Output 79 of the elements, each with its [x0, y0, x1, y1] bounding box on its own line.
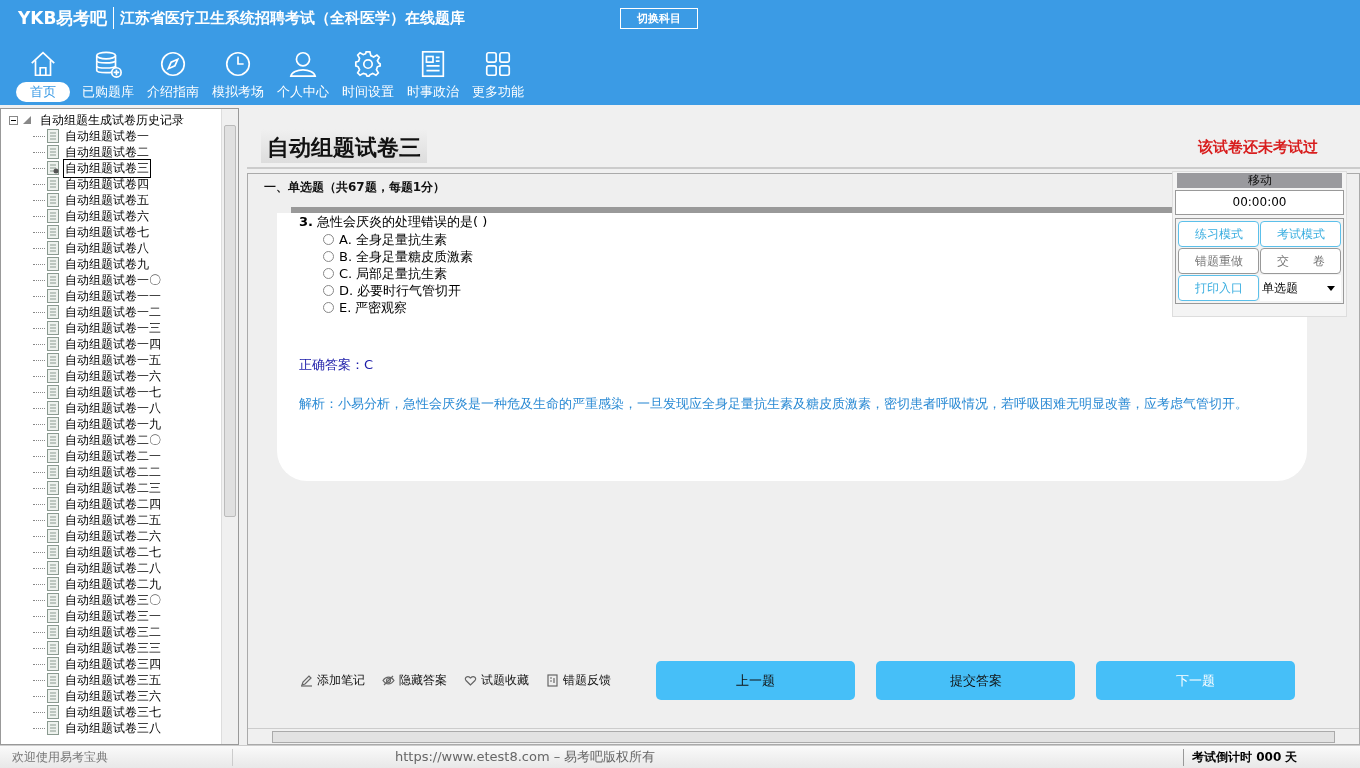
settings-icon[interactable]: [352, 49, 383, 79]
triangle-icon: [22, 115, 32, 125]
tree-item[interactable]: 自动组题试卷三: [63, 158, 151, 178]
document-icon: [47, 433, 59, 447]
document-icon: [47, 177, 59, 191]
correct-answer: 正确答案：C: [299, 356, 375, 374]
radio-button[interactable]: [323, 268, 334, 279]
nav-button[interactable]: 提交答案: [876, 661, 1075, 700]
document-icon: [47, 353, 59, 367]
document-icon: [47, 257, 59, 271]
copyright-text: https://www.etest8.com – 易考吧版权所有: [394, 748, 657, 766]
document-icon: [47, 289, 59, 303]
document-icon: [47, 193, 59, 207]
type-dropdown[interactable]: 单选题: [1260, 275, 1341, 301]
radio-button[interactable]: [323, 285, 334, 296]
person-icon[interactable]: [287, 49, 318, 79]
countdown-text: 考试倒计时 000 天: [1183, 748, 1360, 766]
radio-button[interactable]: [323, 234, 334, 245]
tool-link[interactable]: 试题收藏: [481, 672, 529, 689]
tool-link[interactable]: 错题反馈: [563, 672, 611, 689]
document-icon[interactable]: [546, 674, 559, 687]
radio-button[interactable]: [323, 302, 334, 313]
document-icon: [47, 401, 59, 415]
nav-button[interactable]: 上一题: [656, 661, 855, 700]
document-icon: [47, 657, 59, 671]
document-icon: [47, 449, 59, 463]
tool-link[interactable]: 添加笔记: [317, 672, 365, 689]
document-icon: [47, 417, 59, 431]
document-icon: [47, 129, 59, 143]
option-label[interactable]: D. 必要时行气管切开: [339, 281, 462, 300]
question-text: 3. 急性会厌炎的处理错误的是( ): [299, 213, 489, 231]
app-title: 江苏省医疗卫生系统招聘考试（全科医学）在线题库: [120, 8, 466, 28]
document-icon: [47, 561, 59, 575]
document-icon: [47, 529, 59, 543]
document-icon: [47, 641, 59, 655]
option-label[interactable]: A. 全身足量抗生素: [339, 230, 447, 249]
document-icon: [47, 369, 59, 383]
document-icon: [47, 545, 59, 559]
document-icon: [47, 337, 59, 351]
document-icon: [47, 209, 59, 223]
document-icon: [47, 513, 59, 527]
document-icon: [47, 481, 59, 495]
collapse-icon[interactable]: [9, 115, 18, 125]
option-label[interactable]: E. 严密观察: [339, 298, 408, 317]
document-pin-icon: [47, 161, 59, 175]
document-icon: [47, 609, 59, 623]
welcome-text: 欢迎使用易考宝典: [0, 748, 233, 766]
document-icon: [47, 689, 59, 703]
document-icon: [47, 593, 59, 607]
radio-button[interactable]: [323, 251, 334, 262]
eye-slash-icon[interactable]: [382, 674, 395, 687]
document-icon: [47, 465, 59, 479]
document-icon: [47, 305, 59, 319]
document-icon: [47, 385, 59, 399]
scrollbar[interactable]: [248, 728, 1359, 744]
document-icon: [47, 273, 59, 287]
option-label[interactable]: C. 局部足量抗生素: [339, 264, 448, 283]
document-icon: [47, 241, 59, 255]
analysis-text: 解析：小易分析，急性会厌炎是一种危及生命的严重感染，一旦发现应全身足量抗生素及糖皮质激素，密切患者呼吸情况，若呼吸困难无明显改善，应考虑气管切开。: [299, 396, 1249, 412]
option-label[interactable]: B. 全身足量糖皮质激素: [339, 247, 474, 266]
document-icon: [47, 497, 59, 511]
document-icon: [47, 673, 59, 687]
document-icon: [47, 145, 59, 159]
section-heading: 一、单选题（共67题，每题1分）: [263, 179, 447, 196]
tool-link[interactable]: 隐藏答案: [399, 672, 447, 689]
caret-icon[interactable]: [1327, 285, 1335, 291]
panel-header[interactable]: 移动: [1177, 173, 1342, 188]
pencil-icon[interactable]: [300, 674, 313, 687]
document-icon: [47, 225, 59, 239]
document-icon: [47, 721, 59, 735]
scrollbar[interactable]: [221, 109, 238, 744]
document-icon: [47, 625, 59, 639]
heart-icon[interactable]: [464, 674, 477, 687]
document-icon: [47, 577, 59, 591]
timer: 00:00:00: [1175, 190, 1344, 215]
document-icon: [47, 321, 59, 335]
document-icon: [47, 705, 59, 719]
exam-status: 该试卷还未考试过: [1198, 138, 1318, 157]
app-logo: YKB易考吧: [18, 6, 108, 30]
